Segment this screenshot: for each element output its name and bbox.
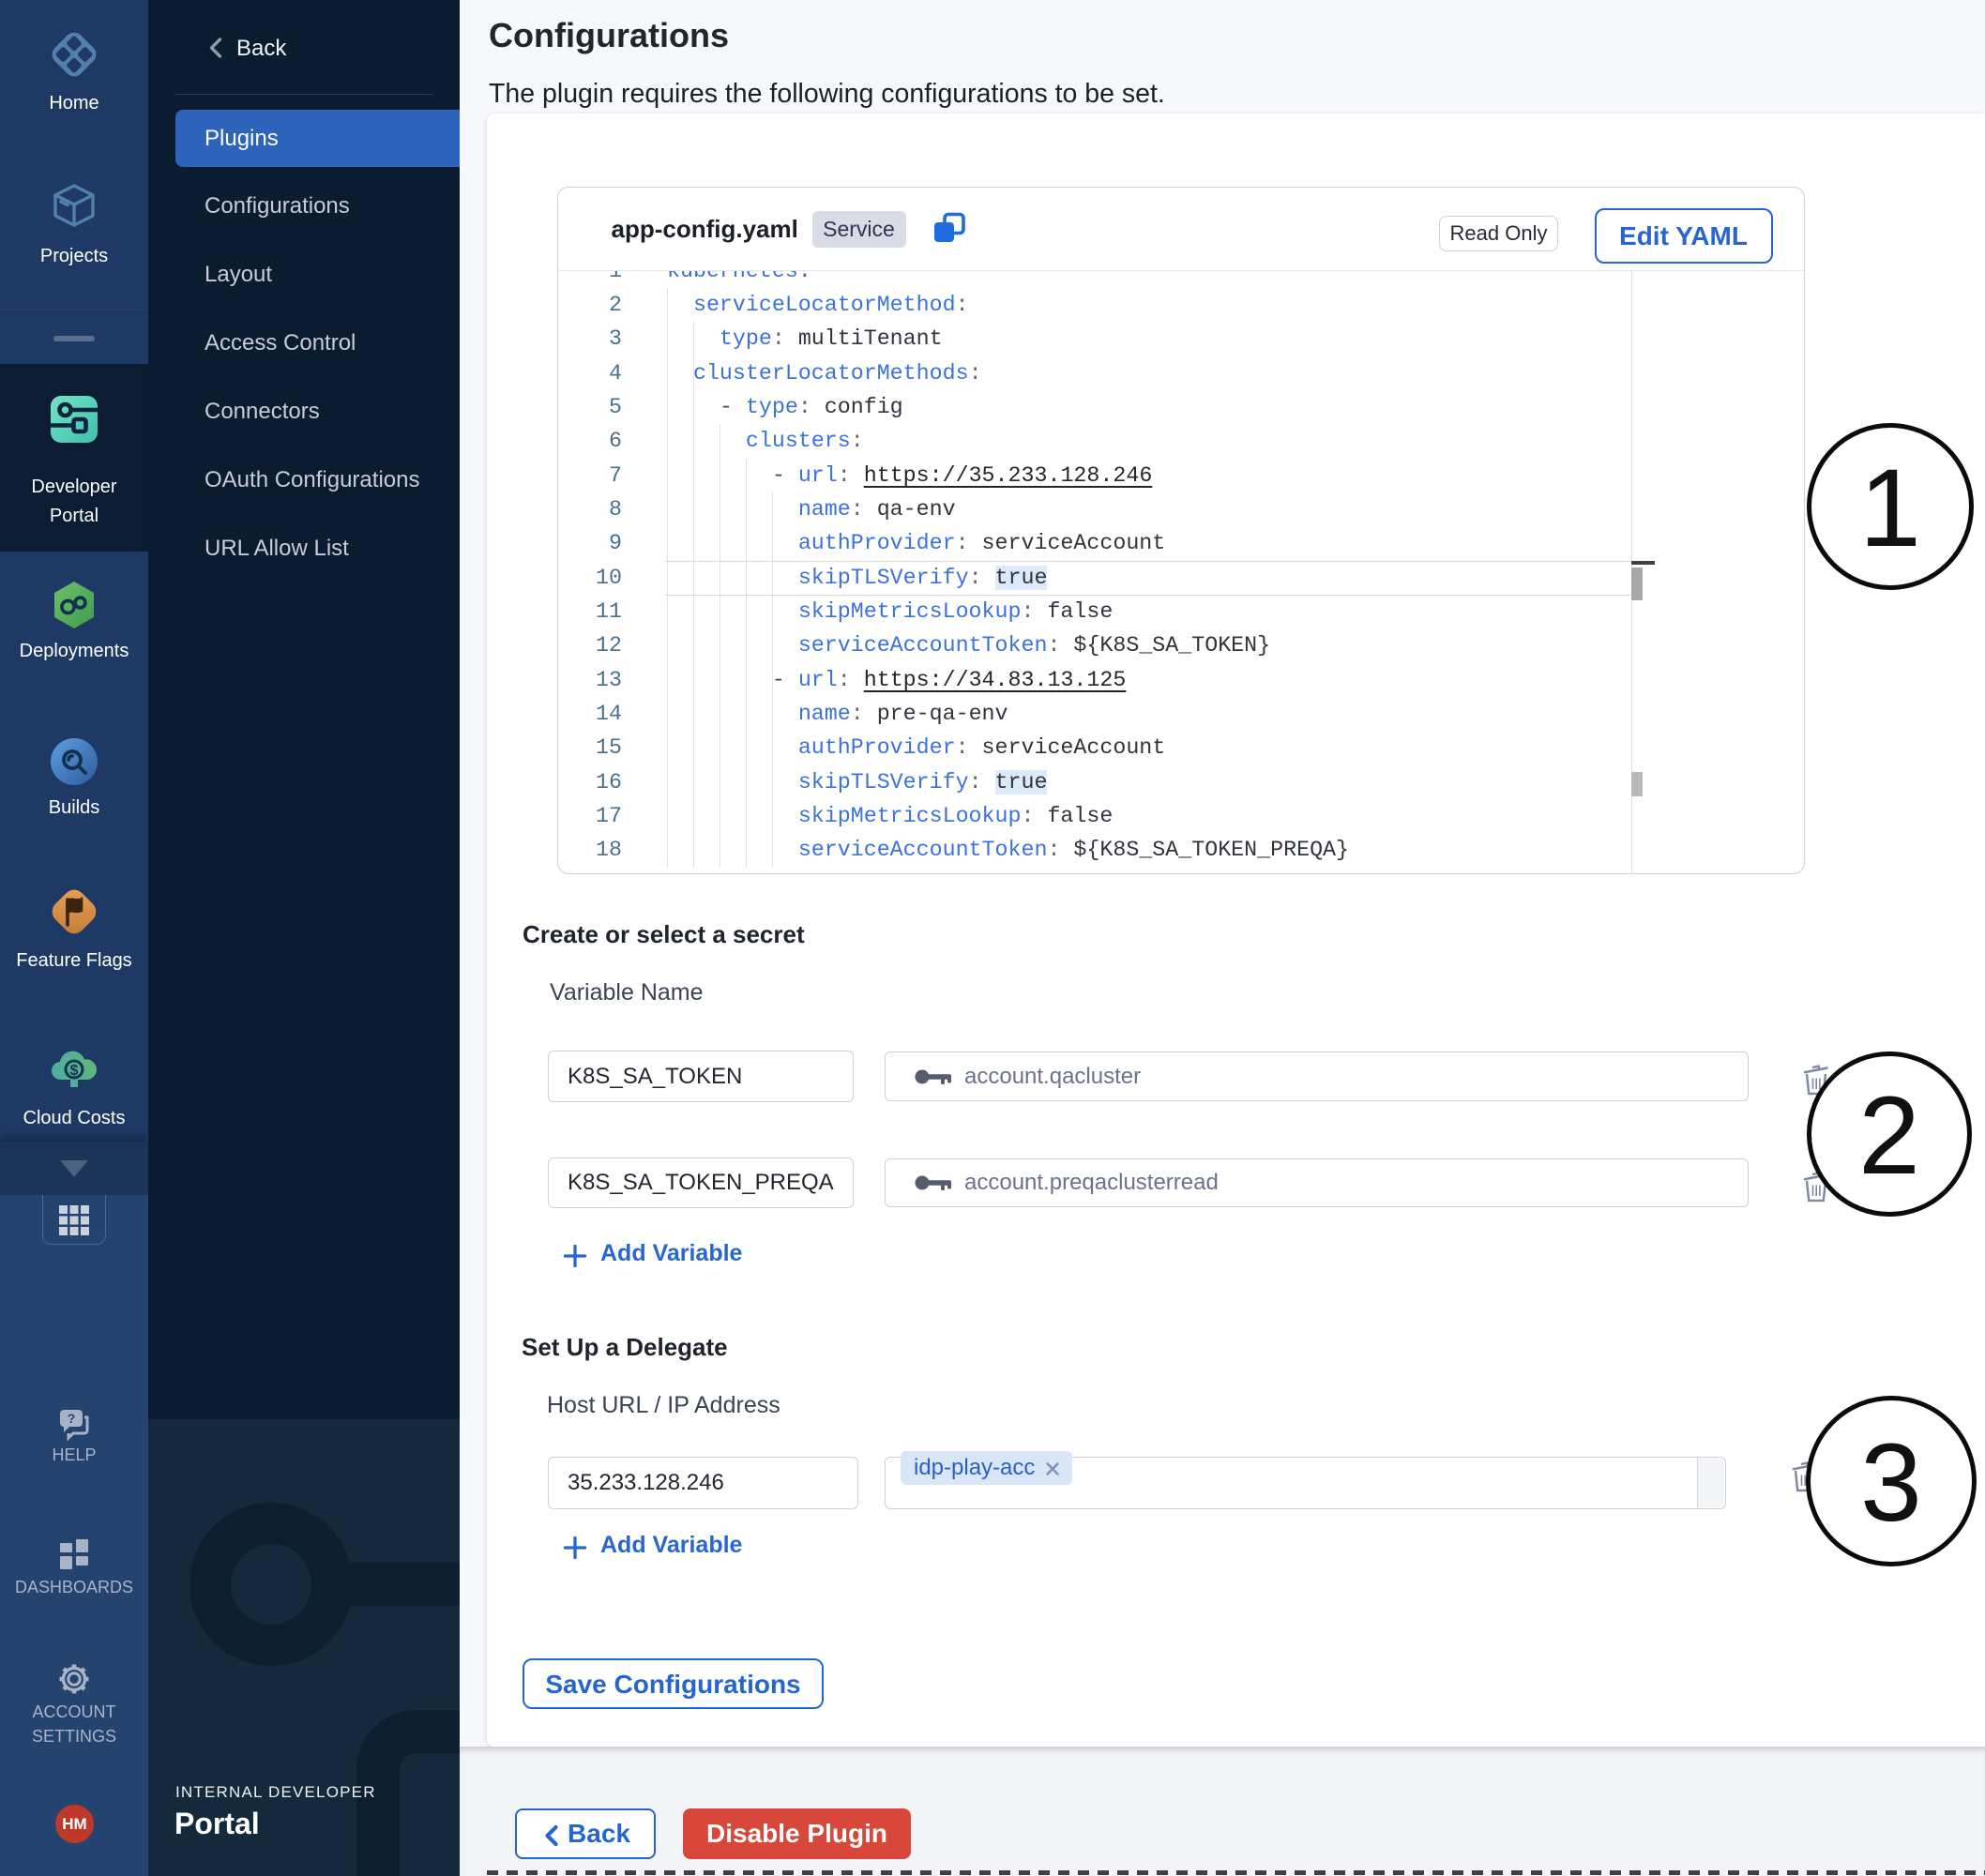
svg-text:?: ? bbox=[68, 1411, 76, 1426]
svg-text:$: $ bbox=[70, 1063, 79, 1079]
